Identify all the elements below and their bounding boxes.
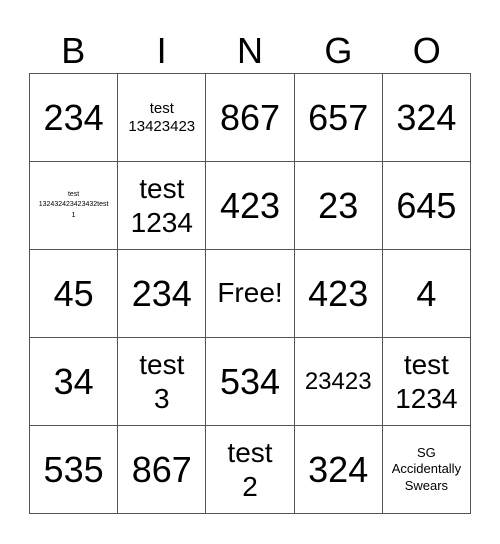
cell-text: 1234: [130, 206, 193, 238]
cell-text: 23423: [304, 367, 372, 395]
cell-text: 3: [154, 382, 170, 414]
bingo-cell[interactable]: 423: [206, 162, 295, 250]
free-space-text: Free!: [217, 277, 283, 309]
bingo-card: 234 test 13423423 867 657 324 test 1324324…: [29, 73, 471, 514]
cell-text: 4: [416, 272, 437, 314]
bingo-cell[interactable]: 645: [382, 162, 471, 250]
bingo-header: B I N G O: [29, 28, 471, 73]
bingo-cell[interactable]: 324: [294, 426, 383, 514]
bingo-cell[interactable]: 45: [30, 250, 119, 338]
cell-text: 867: [131, 448, 192, 490]
cell-text: Accidentally: [391, 461, 462, 477]
cell-text: 34: [53, 360, 94, 402]
cell-text: 867: [219, 96, 281, 138]
bingo-cell[interactable]: test 13423423: [118, 74, 207, 162]
header-letter-i: I: [156, 30, 167, 71]
cell-text: 645: [396, 184, 457, 226]
cell-text: 423: [219, 184, 281, 226]
bingo-cell[interactable]: 867: [118, 426, 207, 514]
cell-text: 324: [308, 448, 369, 490]
bingo-cell[interactable]: 234: [118, 250, 207, 338]
cell-text: 132432423423432test: [38, 201, 109, 209]
cell-text: test: [67, 190, 80, 198]
free-space-cell[interactable]: Free!: [206, 250, 295, 338]
bingo-cell[interactable]: SG Accidentally Swears: [382, 426, 471, 514]
cell-text: SG: [416, 445, 436, 461]
bingo-cell[interactable]: 657: [294, 74, 383, 162]
cell-text: 234: [131, 272, 192, 314]
bingo-cell[interactable]: test 2: [206, 426, 295, 514]
bingo-cell[interactable]: test 1234: [118, 162, 207, 250]
cell-text: 1: [71, 211, 76, 219]
cell-text: 13423423: [128, 117, 196, 135]
bingo-cell[interactable]: 23423: [294, 338, 383, 426]
cell-text: 1234: [395, 382, 458, 414]
header-letter-g: G: [324, 30, 353, 71]
cell-text: 534: [219, 360, 281, 402]
bingo-cell[interactable]: 23: [294, 162, 383, 250]
bingo-cell[interactable]: test 1234: [382, 338, 471, 426]
bingo-cell[interactable]: 34: [30, 338, 119, 426]
cell-text: 23: [318, 184, 359, 226]
bingo-cell[interactable]: test 132432423423432test 1: [30, 162, 119, 250]
bingo-cell[interactable]: 4: [382, 250, 471, 338]
header-letter-o: O: [412, 30, 441, 71]
header-letter-b: B: [61, 30, 86, 71]
bingo-cell[interactable]: 535: [30, 426, 119, 514]
cell-text: 423: [308, 272, 369, 314]
bingo-cell[interactable]: 234: [30, 74, 119, 162]
cell-text: 535: [43, 448, 104, 490]
cell-text: test: [139, 348, 185, 380]
bingo-cell[interactable]: 867: [206, 74, 295, 162]
cell-text: 45: [53, 272, 94, 314]
cell-text: 234: [43, 96, 104, 138]
cell-text: test: [227, 436, 273, 468]
header-letter-n: N: [236, 30, 263, 71]
cell-text: test: [139, 172, 185, 204]
bingo-cell[interactable]: test 3: [118, 338, 207, 426]
cell-text: 324: [396, 96, 457, 138]
cell-text: 657: [308, 96, 369, 138]
bingo-cell[interactable]: 324: [382, 74, 471, 162]
cell-text: Swears: [404, 477, 449, 493]
cell-text: test: [149, 100, 174, 118]
bingo-cell[interactable]: 423: [294, 250, 383, 338]
cell-text: test: [403, 348, 449, 380]
cell-text: 2: [242, 470, 258, 502]
bingo-cell[interactable]: 534: [206, 338, 295, 426]
